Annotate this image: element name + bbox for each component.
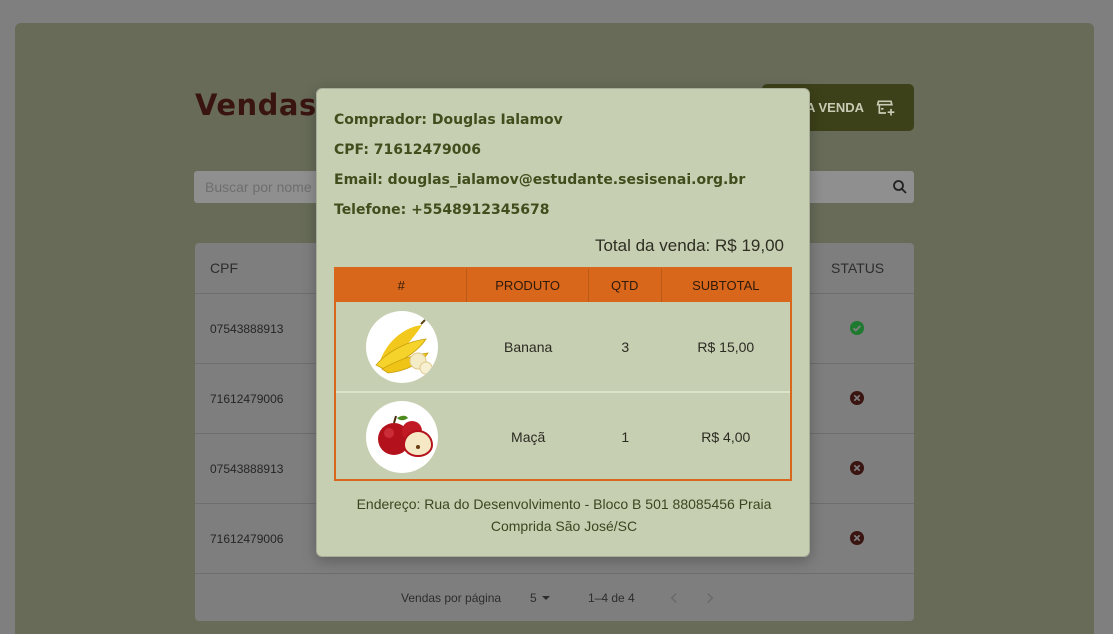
item-qty: 1 (621, 428, 630, 445)
items-table-header: # PRODUTO QTD SUBTOTAL (336, 269, 790, 302)
column-header-qtd: QTD (589, 269, 662, 302)
banana-image (365, 310, 438, 383)
add-store-icon (876, 100, 895, 115)
item-image-cell (336, 310, 467, 383)
item-row: Banana 3 R$ 15,00 (336, 302, 790, 391)
sale-total: Total da venda: R$ 19,00 (594, 236, 784, 255)
chevron-right-icon[interactable] (701, 589, 719, 607)
cancel-circle-icon (850, 391, 864, 405)
item-name: Banana (504, 338, 553, 355)
buyer-cpf: CPF: 71612479006 (334, 142, 481, 158)
cpf-cell: 71612479006 (210, 392, 284, 406)
column-header-subtotal: SUBTOTAL (692, 278, 760, 293)
cpf-cell: 07543888913 (210, 462, 284, 476)
apple-image (365, 400, 438, 473)
cancel-circle-icon (850, 461, 864, 475)
rows-per-page-select[interactable]: 5 (530, 591, 551, 605)
caret-down-icon (541, 596, 550, 600)
check-circle-icon (850, 321, 864, 335)
delivery-address: Endereço: Rua do Desenvolvimento - Bloco… (356, 496, 772, 534)
items-table: # PRODUTO QTD SUBTOTAL Banana 3 R$ 15,00… (334, 267, 792, 481)
table-pagination: Vendas por página 5 1–4 de 4 (195, 576, 914, 621)
chevron-left-icon[interactable] (665, 589, 683, 607)
rows-per-page-value: 5 (530, 591, 537, 605)
item-row: Maçã 1 R$ 4,00 (336, 391, 790, 480)
cancel-circle-icon (850, 531, 864, 545)
page-range: 1–4 de 4 (588, 591, 635, 605)
column-header-cpf[interactable]: CPF (210, 260, 238, 276)
buyer-name: Comprador: Douglas Ialamov (334, 112, 563, 128)
rows-per-page-label: Vendas por página (401, 591, 502, 605)
buyer-phone: Telefone: +5548912345678 (334, 202, 550, 218)
sale-details-modal: Comprador: Douglas Ialamov CPF: 71612479… (316, 88, 810, 557)
item-qty: 3 (621, 338, 630, 355)
item-name: Maçã (511, 428, 546, 445)
cpf-cell: 71612479006 (210, 532, 284, 546)
item-subtotal: R$ 15,00 (697, 338, 755, 355)
column-header-status[interactable]: STATUS (831, 260, 884, 276)
item-subtotal: R$ 4,00 (701, 428, 751, 445)
column-header-produto: PRODUTO (467, 269, 589, 302)
cpf-cell: 07543888913 (210, 322, 284, 336)
column-header-number: # (336, 269, 468, 302)
buyer-email: Email: douglas_ialamov@estudante.sesisen… (334, 172, 746, 188)
search-icon[interactable] (891, 178, 909, 196)
item-image-cell (336, 400, 467, 473)
